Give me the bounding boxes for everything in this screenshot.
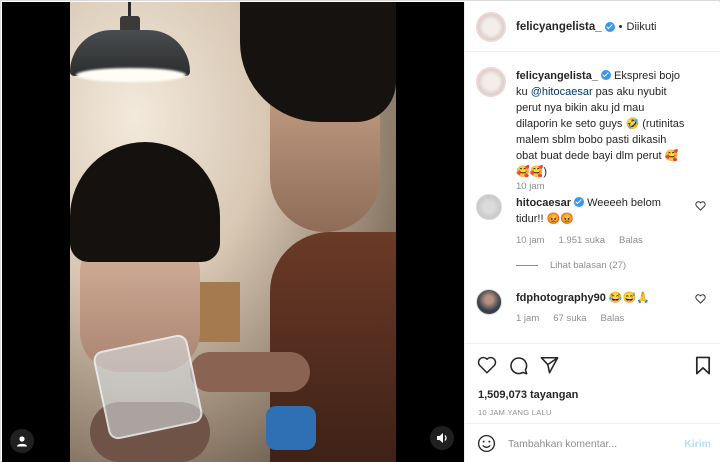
view-replies-label: Lihat balasan (27) [550, 260, 627, 271]
speaker-icon [436, 433, 447, 443]
heart-icon[interactable] [695, 201, 706, 211]
emoji-icon[interactable] [477, 434, 496, 453]
man-hair [240, 2, 396, 122]
comment-time[interactable]: 10 jam [516, 235, 545, 246]
comments-list[interactable]: felicyangelista_ Ekspresi bojo ku @hitoc… [465, 53, 720, 343]
verified-badge-icon [600, 70, 611, 80]
comment-username[interactable]: fdphotography90 [516, 292, 606, 304]
blue-sleeve [266, 406, 316, 450]
video-player[interactable] [2, 2, 464, 462]
woman-hair [70, 142, 220, 262]
post-window: felicyangelista_ • Diikuti felicyangelis… [0, 0, 720, 462]
arm [190, 352, 310, 392]
comment-meta: 10 jam 1.951 suka Balas [516, 235, 657, 246]
lamp-glow [76, 68, 186, 82]
post-header: felicyangelista_ • Diikuti [465, 2, 720, 52]
post-comment-button[interactable]: Kirim [684, 438, 711, 450]
caption-username[interactable]: felicyangelista_ [516, 70, 598, 82]
post-sidebar: felicyangelista_ • Diikuti felicyangelis… [464, 2, 720, 462]
bookmark-icon[interactable] [695, 356, 711, 375]
post-actions: 1,509,073 tayangan 10 JAM YANG LALU Kiri… [465, 343, 720, 462]
caption-text: felicyangelista_ Ekspresi bojo ku @hitoc… [516, 68, 686, 180]
replies-line [516, 265, 538, 266]
comment-text: hitocaesar Weeeeh belom tidur!! 😡😡 [516, 195, 686, 227]
comment-meta: 1 jam 67 suka Balas [516, 313, 638, 324]
verified-badge-icon [574, 197, 585, 207]
caption-meta: 10 jam [516, 181, 559, 192]
view-replies-button[interactable]: Lihat balasan (27) [516, 260, 716, 271]
heart-icon[interactable] [695, 294, 706, 304]
reply-button[interactable]: Balas [601, 313, 625, 324]
commenter-avatar[interactable] [476, 194, 502, 220]
comment-username[interactable]: hitocaesar [516, 197, 571, 209]
view-count[interactable]: 1,509,073 tayangan [478, 389, 578, 401]
comment-likes[interactable]: 67 suka [553, 313, 586, 324]
comment-likes[interactable]: 1.951 suka [559, 235, 605, 246]
mention-link[interactable]: @hitocaesar [531, 86, 593, 98]
comment-body: 😂😅🙏 [605, 292, 650, 304]
comment-icon[interactable] [509, 356, 528, 375]
post-date[interactable]: 10 JAM YANG LALU [478, 408, 552, 417]
heart-icon[interactable] [477, 356, 497, 374]
caption-time[interactable]: 10 jam [516, 181, 545, 192]
author-avatar[interactable] [476, 11, 506, 42]
following-button[interactable]: Diikuti [627, 21, 657, 33]
comment-time[interactable]: 1 jam [516, 313, 539, 324]
separator-dot: • [618, 20, 623, 33]
verified-badge-icon [604, 21, 615, 32]
caption-avatar[interactable] [476, 67, 506, 97]
reply-button[interactable]: Balas [619, 235, 643, 246]
commenter-avatar[interactable] [476, 289, 502, 315]
user-icon [17, 436, 27, 447]
tagged-users-button[interactable] [10, 429, 34, 453]
audio-toggle-button[interactable] [430, 426, 454, 450]
add-comment-bar: Kirim [465, 423, 720, 462]
author-username[interactable]: felicyangelista_ [516, 21, 602, 33]
action-icons [477, 356, 559, 375]
comment-input[interactable] [508, 437, 668, 450]
comment-text: fdphotography90 😂😅🙏 [516, 290, 686, 306]
caption-text-end: pas aku nyubit perut nya bikin aku jd ma… [516, 86, 685, 178]
share-icon[interactable] [540, 356, 559, 374]
video-frame [70, 2, 396, 462]
